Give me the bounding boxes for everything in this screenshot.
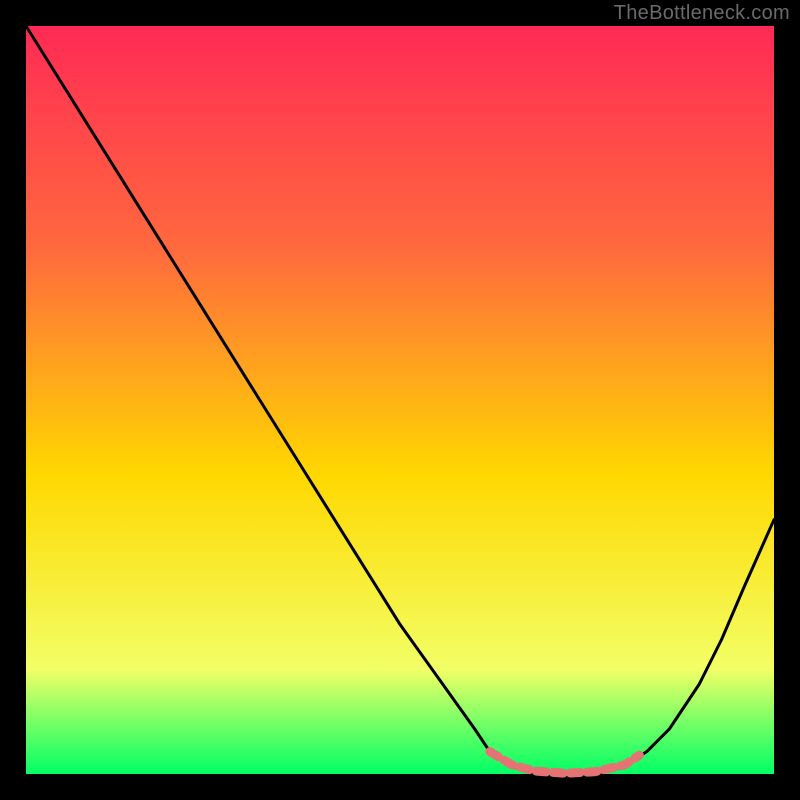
bottleneck-chart: [0, 0, 800, 800]
watermark-text: TheBottleneck.com: [614, 2, 790, 25]
chart-container: TheBottleneck.com: [0, 0, 800, 800]
plot-background: [26, 26, 774, 774]
